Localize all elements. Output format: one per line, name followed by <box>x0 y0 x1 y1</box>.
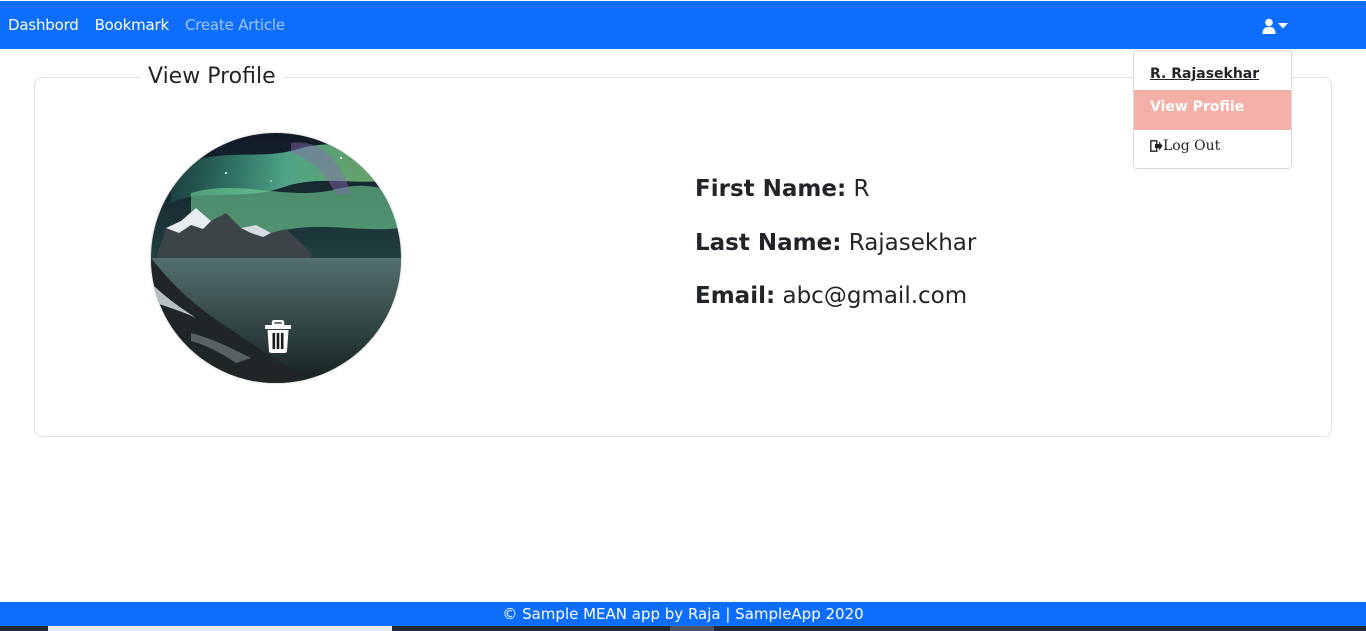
dropdown-user-name[interactable]: R. Rajasekhar <box>1150 66 1259 82</box>
taskbar-window-item[interactable] <box>48 626 392 631</box>
first-name-label: First Name: <box>695 176 847 202</box>
email-value: abc@gmail.com <box>782 283 968 309</box>
nav-link-dashboard[interactable]: Dashbord <box>8 16 79 34</box>
sign-out-icon <box>1150 140 1163 152</box>
first-name-row: First Name: R <box>695 176 869 202</box>
email-label: Email: <box>695 283 776 309</box>
last-name-row: Last Name: Rajasekhar <box>695 230 976 256</box>
last-name-value: Rajasekhar <box>848 230 977 256</box>
dropdown-item-view-profile[interactable]: View Profile <box>1134 90 1291 130</box>
os-taskbar <box>0 626 1366 631</box>
footer-text: © Sample MEAN app by Raja | SampleApp 20… <box>502 605 864 623</box>
user-icon <box>1262 18 1276 34</box>
logout-label: Log Out <box>1163 138 1221 154</box>
nav-link-bookmark[interactable]: Bookmark <box>95 16 170 34</box>
delete-avatar-button[interactable] <box>264 319 292 354</box>
caret-down-icon <box>1278 23 1288 29</box>
taskbar-window-item[interactable] <box>670 626 714 631</box>
dropdown-item-logout[interactable]: Log Out <box>1150 138 1220 154</box>
user-dropdown-menu: R. Rajasekhar View Profile Log Out <box>1133 50 1292 169</box>
top-navbar: Dashbord Bookmark Create Article <box>0 1 1366 49</box>
first-name-value: R <box>853 176 870 202</box>
last-name-label: Last Name: <box>695 230 842 256</box>
user-menu-toggle[interactable] <box>1262 16 1292 36</box>
nav-link-create-article[interactable]: Create Article <box>185 16 285 34</box>
page-footer: © Sample MEAN app by Raja | SampleApp 20… <box>0 602 1366 626</box>
trash-icon <box>265 319 291 353</box>
profile-legend: View Profile <box>140 64 284 89</box>
email-row: Email: abc@gmail.com <box>695 283 967 309</box>
